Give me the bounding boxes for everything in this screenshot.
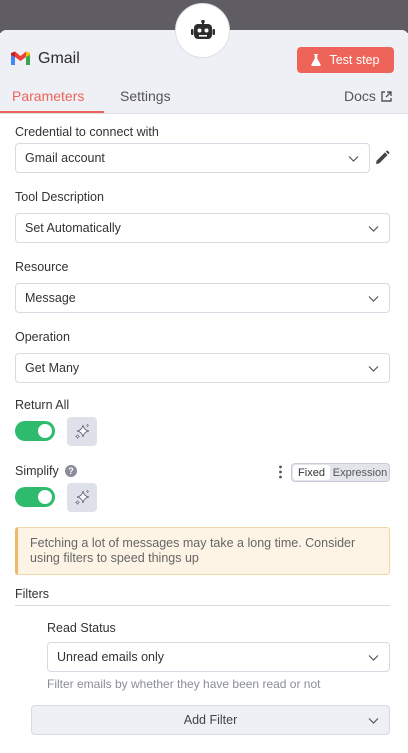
simplify-ai-button[interactable] (67, 483, 97, 512)
tool-description-label: Tool Description (15, 190, 104, 204)
read-status-hint: Filter emails by whether they have been … (47, 677, 321, 691)
fixed-expression-switch: Fixed Expression (291, 463, 390, 482)
operation-select[interactable]: Get Many (15, 353, 390, 383)
filters-divider (15, 605, 390, 606)
test-step-label: Test step (329, 53, 380, 67)
chevron-down-icon (368, 718, 379, 724)
filters-label: Filters (15, 587, 50, 601)
return-all-toggle[interactable] (15, 421, 55, 441)
simplify-toggle[interactable] (15, 487, 55, 507)
gmail-icon (11, 51, 30, 65)
tab-docs[interactable]: Docs (344, 88, 392, 104)
return-all-ai-button[interactable] (67, 417, 97, 446)
tool-description-select[interactable]: Set Automatically (15, 213, 390, 243)
resource-select[interactable]: Message (15, 283, 390, 313)
credential-label: Credential to connect with (15, 125, 159, 139)
external-link-icon (381, 90, 392, 102)
notice-line-1: Fetching a lot of messages may take a lo… (30, 536, 356, 550)
chevron-down-icon (368, 296, 379, 302)
credential-value: Gmail account (25, 151, 105, 165)
sparkle-icon (74, 489, 89, 505)
help-icon[interactable]: ? (65, 465, 77, 477)
operation-value: Get Many (25, 361, 80, 375)
tool-description-value: Set Automatically (25, 221, 121, 235)
add-filter-label: Add Filter (183, 713, 238, 727)
chevron-down-icon (348, 156, 359, 162)
resource-value: Message (25, 291, 76, 305)
pencil-icon[interactable] (374, 150, 390, 166)
node-title: Gmail (38, 50, 80, 67)
chevron-down-icon (368, 366, 379, 372)
return-all-label: Return All (15, 398, 70, 412)
warning-notice: Fetching a lot of messages may take a lo… (15, 527, 390, 575)
resource-label: Resource (15, 260, 69, 274)
read-status-label: Read Status (47, 621, 116, 635)
read-status-select[interactable]: Unread emails only (47, 642, 390, 672)
add-filter-button[interactable]: Add Filter (31, 705, 390, 735)
kebab-menu-icon[interactable] (278, 465, 283, 479)
notice-line-2: using filters to speed things up (30, 551, 199, 565)
operation-label: Operation (15, 330, 70, 344)
chevron-down-icon (368, 655, 379, 661)
credential-select[interactable]: Gmail account (15, 143, 370, 173)
robot-icon[interactable] (175, 3, 230, 58)
flask-icon (311, 54, 322, 66)
simplify-label: Simplify (15, 464, 59, 478)
read-status-value: Unread emails only (57, 650, 164, 664)
tab-parameters[interactable]: Parameters (12, 88, 84, 104)
fixed-mode-button[interactable]: Fixed (293, 465, 330, 480)
expression-mode-button[interactable]: Expression (331, 464, 389, 481)
chevron-down-icon (368, 226, 379, 232)
tab-settings[interactable]: Settings (120, 88, 171, 104)
test-step-button[interactable]: Test step (297, 47, 394, 73)
sparkle-icon (74, 423, 89, 439)
docs-label: Docs (344, 88, 376, 104)
header-divider (0, 113, 408, 114)
